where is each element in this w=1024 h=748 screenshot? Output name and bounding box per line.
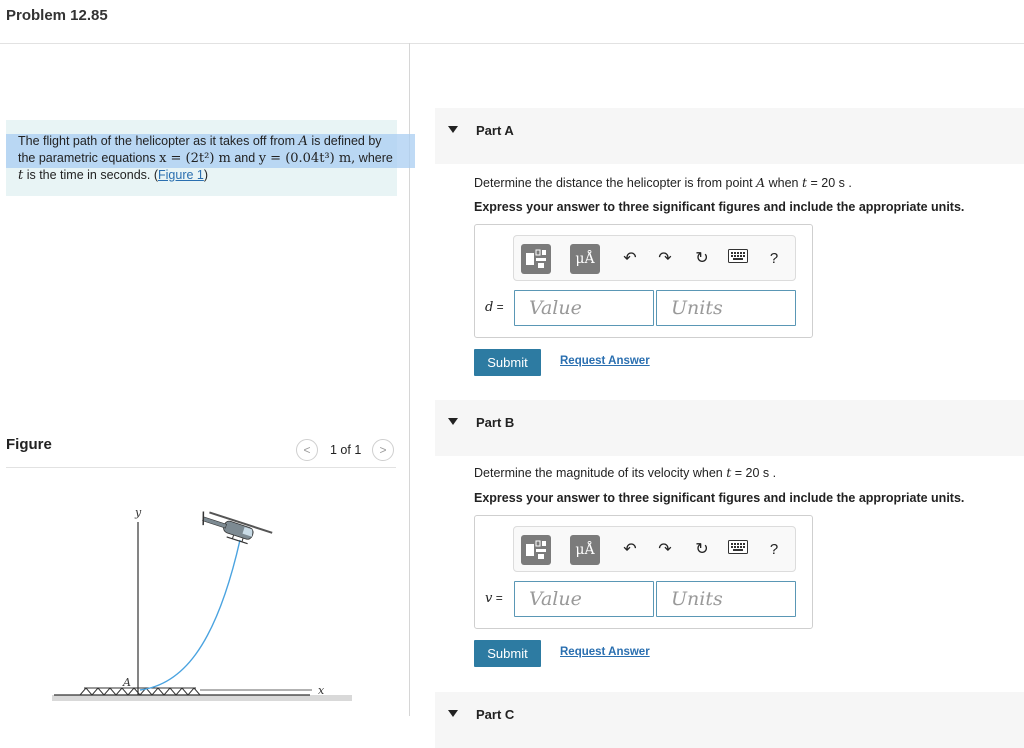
part-b-header[interactable]: Part B	[435, 400, 1024, 456]
part-b-question-pre: Determine the magnitude of its velocity …	[474, 466, 727, 480]
equation-x: x = (2t²) m	[159, 151, 231, 166]
statement-text: The flight path of the helicopter as it …	[18, 133, 398, 184]
equation-y: y = (0.04t³) m,	[258, 151, 356, 166]
reset-icon[interactable]: ↻	[692, 540, 712, 560]
part-c-label: Part C	[476, 707, 515, 722]
part-b-answer-box: μÅ ↶ ↷ ↻ ? v =	[474, 515, 813, 629]
header-divider	[0, 43, 1024, 44]
part-c-header[interactable]: Part C	[435, 692, 1024, 748]
keyboard-icon[interactable]	[728, 540, 748, 560]
chevron-right-icon: >	[379, 443, 387, 457]
part-b-variable-label: v =	[485, 591, 503, 606]
part-a-answer-box: μÅ ↶ ↷ ↻ ? d =	[474, 224, 813, 338]
flight-path	[139, 539, 241, 691]
part-a-header[interactable]: Part A	[435, 108, 1024, 164]
part-b-submit-button[interactable]: Submit	[474, 640, 541, 667]
statement-part-5: )	[203, 168, 209, 182]
redo-icon[interactable]: ↷	[655, 540, 675, 560]
part-a-question-mid: when	[765, 176, 802, 190]
figure-heading: Figure	[6, 436, 52, 453]
part-b-units-input[interactable]	[656, 581, 796, 617]
point-a-symbol: A	[298, 134, 308, 149]
templates-icon	[526, 540, 546, 559]
reset-icon[interactable]: ↻	[692, 249, 712, 269]
statement-part-3: where	[355, 151, 393, 165]
part-a-value-input[interactable]	[514, 290, 654, 326]
templates-icon	[526, 249, 546, 268]
figure-link[interactable]: Figure 1	[158, 168, 204, 182]
part-a-math-toolbar: μÅ ↶ ↷ ↻ ?	[513, 235, 796, 281]
part-b-label: Part B	[476, 415, 515, 430]
units-icon: μÅ	[575, 542, 595, 558]
part-a-request-answer-link[interactable]: Request Answer	[560, 355, 650, 367]
chevron-left-icon: <	[303, 443, 311, 457]
part-b-math-toolbar: μÅ ↶ ↷ ↻ ?	[513, 526, 796, 572]
ground-shadow	[52, 695, 352, 701]
landing-pad	[79, 687, 201, 696]
next-figure-button[interactable]: >	[372, 439, 394, 461]
caret-down-icon	[448, 126, 458, 133]
page-title: Problem 12.85	[6, 7, 108, 24]
keyboard-icon[interactable]	[728, 249, 748, 269]
part-a-variable-label: d =	[485, 300, 504, 315]
helicopter-figure: y x A	[52, 506, 352, 701]
part-a-submit-button[interactable]: Submit	[474, 349, 541, 376]
part-a-instruction: Express your answer to three significant…	[474, 200, 965, 214]
part-a-question: Determine the distance the helicopter is…	[474, 175, 852, 190]
templates-button[interactable]	[521, 244, 551, 274]
statement-and: and	[230, 151, 259, 165]
part-a-question-pre: Determine the distance the helicopter is…	[474, 176, 757, 190]
statement-part-4: is the time in seconds. (	[23, 168, 159, 182]
part-b-request-answer-link[interactable]: Request Answer	[560, 646, 650, 658]
x-axis-label: x	[318, 684, 325, 697]
figure-pager: 1 of 1	[330, 443, 362, 457]
keyboard-glyph	[728, 540, 748, 554]
undo-icon[interactable]: ↶	[620, 249, 640, 269]
helicopter-icon	[202, 511, 273, 545]
keyboard-glyph	[728, 249, 748, 263]
problem-statement: The flight path of the helicopter as it …	[6, 120, 415, 196]
units-button[interactable]: μÅ	[570, 244, 600, 274]
point-a-label: A	[122, 676, 131, 689]
figure-divider	[6, 467, 396, 468]
y-axis-label: y	[134, 506, 142, 519]
templates-button[interactable]	[521, 535, 551, 565]
part-b-question-post: = 20 s .	[731, 466, 777, 480]
part-a-label: Part A	[476, 123, 514, 138]
help-icon[interactable]: ?	[764, 540, 784, 560]
previous-figure-button[interactable]: <	[296, 439, 318, 461]
part-a-units-input[interactable]	[656, 290, 796, 326]
units-button[interactable]: μÅ	[570, 535, 600, 565]
part-a-question-var: A	[756, 175, 766, 190]
help-icon[interactable]: ?	[764, 249, 784, 269]
part-b-question: Determine the magnitude of its velocity …	[474, 465, 776, 480]
redo-icon[interactable]: ↷	[655, 249, 675, 269]
part-b-value-input[interactable]	[514, 581, 654, 617]
caret-down-icon	[448, 418, 458, 425]
part-a-question-post: = 20 s .	[807, 176, 852, 190]
part-b-instruction: Express your answer to three significant…	[474, 491, 965, 505]
statement-part-1: The flight path of the helicopter as it …	[18, 134, 299, 148]
undo-icon[interactable]: ↶	[620, 540, 640, 560]
units-icon: μÅ	[575, 251, 595, 267]
